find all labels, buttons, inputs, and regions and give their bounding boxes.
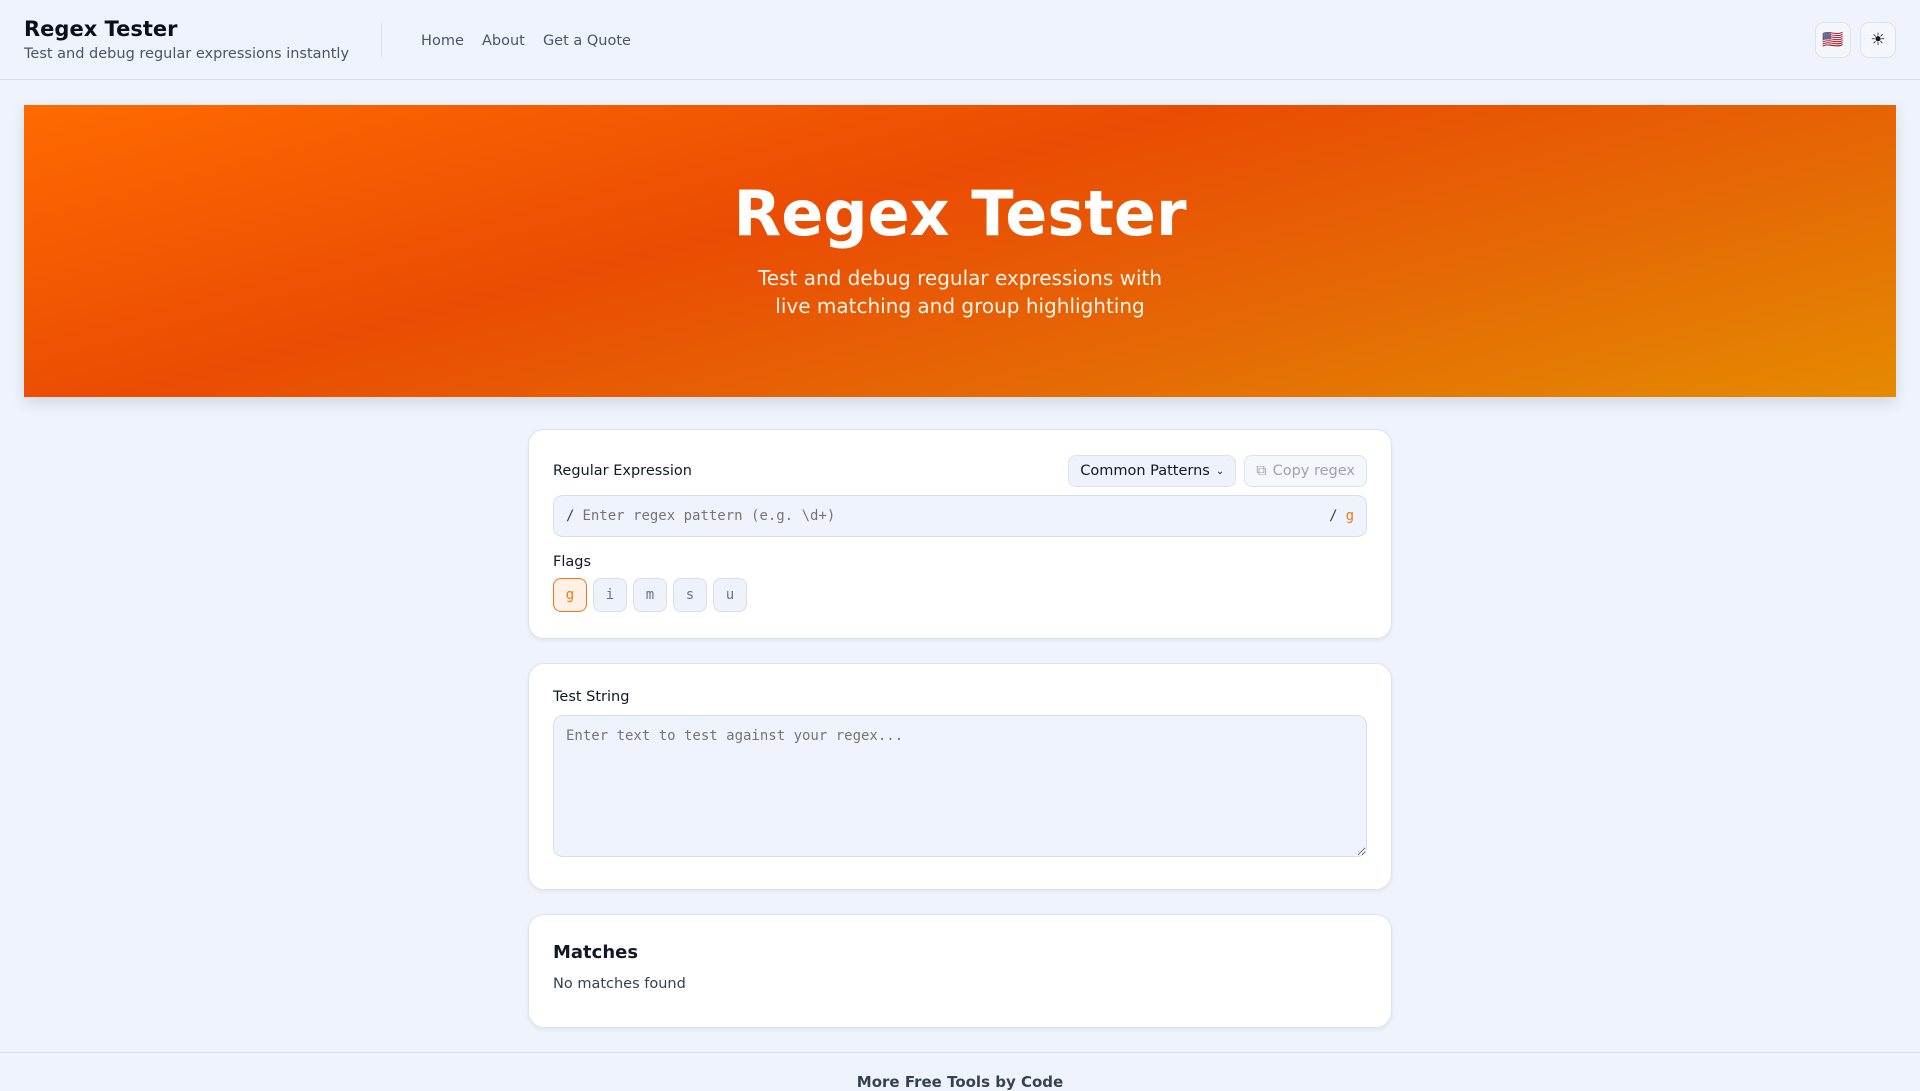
regex-input-wrapper: / / g <box>553 495 1367 537</box>
matches-title: Matches <box>553 942 639 963</box>
brand[interactable]: Regex Tester Test and debug regular expr… <box>24 17 349 62</box>
close-slash: / <box>1329 508 1338 524</box>
nav-about[interactable]: About <box>482 33 525 49</box>
header-divider <box>381 22 383 57</box>
test-string-label: Test String <box>553 689 630 705</box>
hero-subtitle-line2: live matching and group highlighting <box>775 294 1145 318</box>
flag-s-toggle[interactable]: s <box>673 578 707 612</box>
flag-i-toggle[interactable]: i <box>593 578 627 612</box>
open-slash: / <box>566 508 575 524</box>
flag-m-toggle[interactable]: m <box>633 578 667 612</box>
theme-toggle-button[interactable]: ☀ <box>1860 22 1896 58</box>
no-matches-text: No matches found <box>553 976 686 992</box>
common-patterns-label: Common Patterns <box>1080 463 1210 479</box>
brand-subtitle: Test and debug regular expressions insta… <box>24 46 350 62</box>
footer: More Free Tools by Code <box>0 1052 1920 1091</box>
chevron-down-icon: ⌄ <box>1215 465 1225 477</box>
test-string-card: Test String <box>528 663 1392 890</box>
hero-banner: Regex Tester Test and debug regular expr… <box>24 105 1896 397</box>
common-patterns-dropdown[interactable]: Common Patterns ⌄ <box>1068 455 1237 487</box>
regex-card: Regular Expression Common Patterns ⌄ ⧉ Copy… <box>528 429 1392 639</box>
sun-icon: ☀ <box>1870 30 1886 50</box>
nav-get-a-quote[interactable]: Get a Quote <box>543 33 631 49</box>
main-nav: Home About Get a Quote <box>421 30 644 49</box>
language-button[interactable]: 🇺🇸 <box>1815 22 1851 58</box>
footer-title: More Free Tools by Code <box>856 1073 1064 1091</box>
copy-icon: ⧉ <box>1256 463 1267 479</box>
regex-label: Regular Expression <box>553 463 692 479</box>
copy-regex-label: Copy regex <box>1272 463 1355 479</box>
regex-input[interactable] <box>582 508 1330 524</box>
flag-u-toggle[interactable]: u <box>713 578 747 612</box>
test-string-input[interactable] <box>553 715 1367 857</box>
copy-regex-button[interactable]: ⧉ Copy regex <box>1244 455 1367 487</box>
hero-subtitle-line1: Test and debug regular expressions with <box>757 266 1163 290</box>
brand-title: Regex Tester <box>24 17 178 41</box>
us-flag-icon: 🇺🇸 <box>1822 30 1844 50</box>
flags-label: Flags <box>553 554 592 570</box>
hero-title: Regex Tester <box>733 177 1187 250</box>
header: Regex Tester Test and debug regular expr… <box>0 0 1920 80</box>
matches-card: Matches No matches found <box>528 914 1392 1028</box>
flag-g-toggle[interactable]: g <box>553 578 587 612</box>
active-flags: g <box>1345 508 1354 524</box>
nav-home[interactable]: Home <box>421 33 464 49</box>
